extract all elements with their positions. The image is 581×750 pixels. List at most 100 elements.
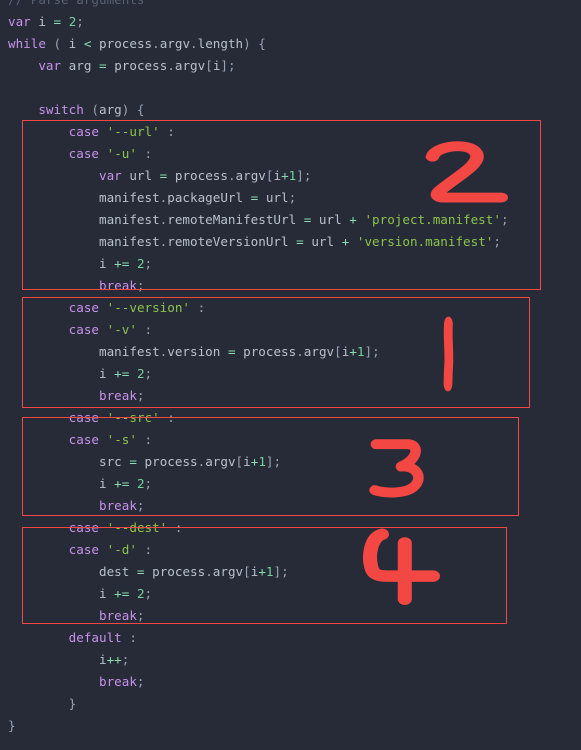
code-token: 2 xyxy=(136,366,145,381)
code-line[interactable]: while ( i < process.argv.length) { xyxy=(0,33,581,55)
code-line[interactable]: case '--version' : xyxy=(0,297,581,319)
code-line[interactable]: break; xyxy=(0,275,581,297)
code-token: ; xyxy=(136,498,145,513)
code-line[interactable]: switch (arg) { xyxy=(0,99,581,121)
code-token: src xyxy=(99,454,130,469)
code-token: = xyxy=(53,14,62,29)
code-line[interactable]: } xyxy=(0,715,581,737)
code-token: var xyxy=(38,58,62,73)
code-line[interactable]: i += 2; xyxy=(0,253,581,275)
code-token: ; xyxy=(228,58,236,73)
code-token: '--url' xyxy=(106,124,160,139)
code-token: var xyxy=(99,168,122,183)
code-token: ++ xyxy=(106,652,122,667)
code-token: '-u' xyxy=(106,146,137,161)
code-token: url xyxy=(303,234,342,249)
code-token: ( xyxy=(45,36,69,51)
code-token: . xyxy=(296,344,304,359)
code-token: break xyxy=(99,388,137,403)
code-token: 1 xyxy=(265,564,274,579)
code-token: + xyxy=(349,212,357,227)
code-token: : xyxy=(136,146,153,161)
code-token: ; xyxy=(144,586,153,601)
code-line[interactable]: case '-u' : xyxy=(0,143,581,165)
code-token: i xyxy=(30,14,54,29)
code-line[interactable]: manifest.packageUrl = url; xyxy=(0,187,581,209)
code-token: argv xyxy=(174,58,206,73)
code-line[interactable]: src = process.argv[i+1]; xyxy=(0,451,581,473)
code-token: : xyxy=(136,322,153,337)
code-token: ; xyxy=(273,454,282,469)
code-token: case xyxy=(68,432,100,447)
code-line[interactable]: case '--url' : xyxy=(0,121,581,143)
code-viewport[interactable]: // Parse argumentsvar i = 2;while ( i < … xyxy=(0,0,581,737)
code-line[interactable]: i += 2; xyxy=(0,363,581,385)
code-token: = xyxy=(99,58,107,73)
code-line[interactable]: manifest.remoteVersionUrl = url + 'versi… xyxy=(0,231,581,253)
code-line[interactable]: var arg = process.argv[i]; xyxy=(0,55,581,77)
code-line[interactable]: case '--dest' : xyxy=(0,517,581,539)
code-token: i xyxy=(99,366,115,381)
code-token: case xyxy=(68,146,100,161)
code-token: '-v' xyxy=(106,322,137,337)
code-token: case xyxy=(68,124,100,139)
code-token: ; xyxy=(303,168,312,183)
code-token: . xyxy=(205,564,213,579)
code-line[interactable]: break; xyxy=(0,671,581,693)
code-line[interactable]: i++; xyxy=(0,649,581,671)
code-token: dest xyxy=(99,564,137,579)
code-token: 1 xyxy=(356,344,365,359)
code-line[interactable]: case '--src' : xyxy=(0,407,581,429)
code-token: '-d' xyxy=(106,542,137,557)
code-token: = xyxy=(129,454,137,469)
code-line[interactable]: } xyxy=(0,693,581,715)
code-line[interactable]: break; xyxy=(0,385,581,407)
code-token: var xyxy=(8,14,31,29)
code-token: ; xyxy=(136,608,145,623)
code-token: 2 xyxy=(136,256,145,271)
code-line[interactable]: case '-d' : xyxy=(0,539,581,561)
code-token: : xyxy=(159,124,175,139)
code-token: i xyxy=(99,256,115,271)
code-token: 'version.manifest' xyxy=(356,234,494,249)
code-line[interactable]: case '-s' : xyxy=(0,429,581,451)
code-token: url xyxy=(311,212,350,227)
code-line[interactable]: default : xyxy=(0,627,581,649)
code-line[interactable]: case '-v' : xyxy=(0,319,581,341)
code-token: break xyxy=(99,674,137,689)
code-line[interactable]: var i = 2; xyxy=(0,11,581,33)
code-line[interactable]: manifest.version = process.argv[i+1]; xyxy=(0,341,581,363)
code-token: break xyxy=(99,498,137,513)
code-token: remoteVersionUrl xyxy=(167,234,297,249)
code-line[interactable]: var url = process.argv[i+1]; xyxy=(0,165,581,187)
code-token: url xyxy=(121,168,160,183)
code-token: [ xyxy=(235,454,244,469)
code-line[interactable]: break; xyxy=(0,605,581,627)
code-token: : xyxy=(121,630,137,645)
code-token: switch xyxy=(38,102,84,117)
code-token: process xyxy=(174,168,228,183)
code-token: arg xyxy=(61,58,100,73)
code-token: : xyxy=(136,432,153,447)
code-line[interactable] xyxy=(0,77,581,99)
code-token: ) { xyxy=(243,36,266,51)
code-line[interactable]: i += 2; xyxy=(0,473,581,495)
code-line[interactable]: manifest.remoteManifestUrl = url + 'proj… xyxy=(0,209,581,231)
code-token: url xyxy=(258,190,289,205)
code-line[interactable]: i += 2; xyxy=(0,583,581,605)
code-line[interactable]: dest = process.argv[i+1]; xyxy=(0,561,581,583)
code-line[interactable]: break; xyxy=(0,495,581,517)
code-token: process xyxy=(114,58,168,73)
